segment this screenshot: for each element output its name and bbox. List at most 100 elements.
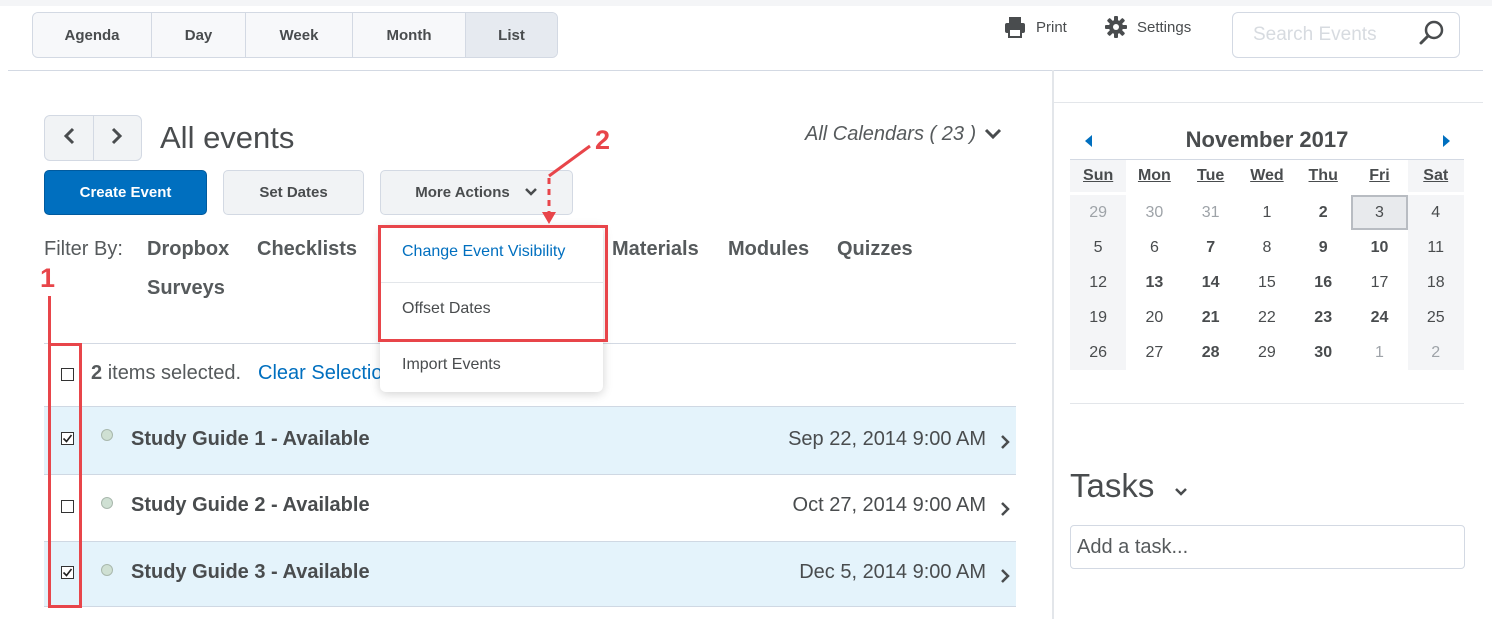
event-title[interactable]: Study Guide 3 - Available	[131, 561, 370, 584]
filter-surveys[interactable]: Surveys	[147, 277, 225, 300]
chevron-left-icon	[63, 127, 75, 150]
weekday-header-row: Sun Mon Tue Wed Thu Fri Sat	[1070, 160, 1464, 195]
calendar-day[interactable]: 5	[1070, 230, 1127, 265]
calendar-day[interactable]: 4	[1407, 195, 1464, 230]
tab-week[interactable]: Week	[246, 13, 353, 57]
calendar-week-row: 29 30 31 1 2 3 4	[1070, 195, 1464, 230]
calendar-day[interactable]: 15	[1239, 265, 1295, 300]
annotation-number-1: 1	[40, 263, 56, 293]
tab-month[interactable]: Month	[353, 13, 466, 57]
calendar-day[interactable]: 21	[1183, 300, 1239, 335]
calendar-page: Agenda Day Week Month List Print Setting…	[0, 0, 1492, 619]
settings-button[interactable]: Settings	[1105, 16, 1191, 38]
calendar-day[interactable]: 8	[1239, 230, 1295, 265]
tab-day[interactable]: Day	[152, 13, 246, 57]
filter-label: Filter By:	[44, 238, 123, 260]
event-row[interactable]: Study Guide 1 - Available Sep 22, 2014 9…	[44, 406, 1016, 474]
calendar-day[interactable]: 14	[1183, 265, 1239, 300]
calendar-day[interactable]: 2	[1295, 195, 1351, 230]
calendar-day[interactable]: 23	[1295, 300, 1351, 335]
annotation-number-2: 2	[595, 125, 611, 155]
next-button[interactable]	[92, 116, 142, 160]
calendar-day[interactable]: 16	[1295, 265, 1351, 300]
calendar-day[interactable]: 17	[1351, 265, 1407, 300]
add-task-input[interactable]	[1070, 525, 1465, 569]
top-strip	[0, 0, 1492, 6]
search-icon[interactable]	[1419, 20, 1445, 51]
page-title: All events	[160, 120, 295, 155]
search-box	[1232, 12, 1460, 58]
event-title[interactable]: Study Guide 2 - Available	[131, 494, 370, 517]
calendar-day[interactable]: 28	[1183, 335, 1239, 370]
annotation-box-2	[378, 225, 608, 342]
calendar-day[interactable]: 30	[1295, 335, 1351, 370]
previous-button[interactable]	[45, 116, 93, 160]
calendar-day[interactable]: 25	[1407, 300, 1464, 335]
mini-calendar-header: November 2017	[1070, 124, 1464, 156]
chevron-right-icon[interactable]	[1000, 434, 1010, 455]
calendar-selector-label: All Calendars ( 23 )	[805, 123, 977, 145]
calendar-day[interactable]: 11	[1407, 230, 1464, 265]
calendar-day[interactable]: 30	[1126, 195, 1182, 230]
calendar-day[interactable]: 31	[1183, 195, 1239, 230]
tab-agenda[interactable]: Agenda	[33, 13, 152, 57]
tasks-toggle[interactable]: Tasks	[1070, 467, 1188, 505]
event-row[interactable]: Study Guide 3 - Available Dec 5, 2014 9:…	[44, 541, 1016, 607]
calendar-day[interactable]: 1	[1351, 335, 1407, 370]
calendar-day[interactable]: 18	[1407, 265, 1464, 300]
calendar-day[interactable]: 27	[1126, 335, 1182, 370]
print-button[interactable]: Print	[1004, 16, 1067, 38]
calendar-day[interactable]: 7	[1183, 230, 1239, 265]
calendar-day[interactable]: 6	[1126, 230, 1182, 265]
event-row[interactable]: Study Guide 2 - Available Oct 27, 2014 9…	[44, 474, 1016, 541]
calendar-day[interactable]: 10	[1351, 230, 1407, 265]
set-dates-button[interactable]: Set Dates	[223, 170, 364, 215]
tab-list[interactable]: List	[466, 13, 557, 57]
date-navigation	[44, 115, 142, 161]
right-panel-divider	[1054, 102, 1483, 103]
calendar-day[interactable]: 20	[1126, 300, 1182, 335]
calendar-day[interactable]: 13	[1126, 265, 1182, 300]
mini-calendar-title: November 2017	[1185, 127, 1349, 152]
weekday-label: Fri	[1369, 167, 1390, 184]
event-status-icon	[101, 564, 113, 576]
print-label: Print	[1036, 18, 1067, 36]
chevron-right-icon	[111, 127, 123, 150]
calendar-selector[interactable]: All Calendars ( 23 )	[805, 123, 1002, 146]
calendar-day[interactable]: 26	[1070, 335, 1127, 370]
next-month-icon[interactable]	[1442, 134, 1450, 152]
filter-quizzes[interactable]: Quizzes	[837, 238, 913, 261]
filter-dropbox[interactable]: Dropbox	[147, 238, 229, 261]
search-input[interactable]	[1253, 24, 1403, 46]
weekday-label: Wed	[1250, 167, 1284, 184]
filter-checklists[interactable]: Checklists	[257, 238, 357, 261]
calendar-day[interactable]: 22	[1239, 300, 1295, 335]
menu-item-import-events[interactable]: Import Events	[402, 356, 501, 374]
calendar-day[interactable]: 29	[1070, 195, 1127, 230]
annotation-box-1	[48, 343, 82, 608]
weekday-label: Sat	[1407, 160, 1464, 192]
clear-selection-link[interactable]: Clear Selection	[258, 362, 381, 385]
event-date: Sep 22, 2014 9:00 AM	[788, 428, 986, 450]
calendar-day[interactable]: 24	[1351, 300, 1407, 335]
settings-label: Settings	[1137, 18, 1192, 36]
calendar-day[interactable]: 1	[1239, 195, 1295, 230]
event-date: Oct 27, 2014 9:00 AM	[792, 494, 986, 516]
chevron-right-icon[interactable]	[1000, 501, 1010, 522]
calendar-day[interactable]: 3	[1351, 195, 1408, 230]
filter-materials[interactable]: Materials	[612, 238, 699, 261]
calendar-day[interactable]: 12	[1070, 265, 1127, 300]
calendar-day[interactable]: 9	[1295, 230, 1351, 265]
event-date: Dec 5, 2014 9:00 AM	[799, 561, 986, 583]
chevron-down-icon	[1174, 467, 1188, 505]
view-tabs: Agenda Day Week Month List	[32, 12, 558, 58]
tasks-title: Tasks	[1070, 467, 1155, 504]
calendar-day[interactable]: 29	[1239, 335, 1295, 370]
calendar-day[interactable]: 2	[1407, 335, 1464, 370]
filter-modules[interactable]: Modules	[728, 238, 809, 261]
chevron-right-icon[interactable]	[1000, 568, 1010, 589]
panel-separator	[1052, 70, 1054, 619]
event-title[interactable]: Study Guide 1 - Available	[131, 428, 370, 451]
calendar-day[interactable]: 19	[1070, 300, 1127, 335]
create-event-button[interactable]: Create Event	[44, 170, 207, 215]
